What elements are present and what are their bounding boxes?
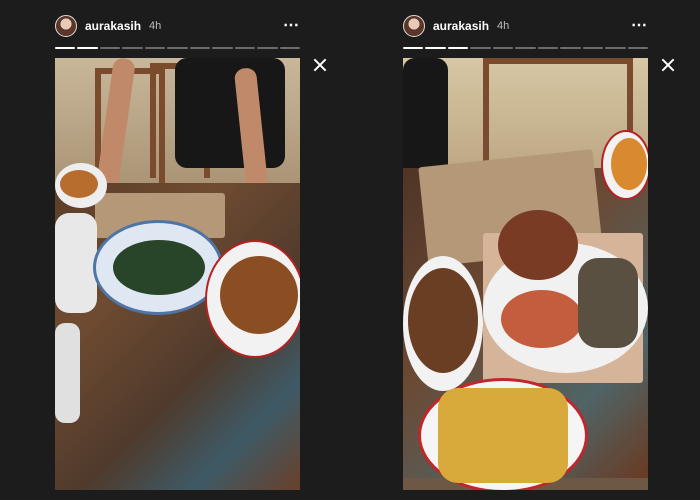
story-panel-left[interactable]: aurakasih 4h ⋯ (55, 0, 345, 500)
progress-segment (234, 47, 256, 49)
progress-segment (515, 47, 536, 49)
more-options-icon[interactable]: ⋯ (283, 15, 300, 35)
progress-segment (403, 47, 424, 49)
progress-segment (77, 47, 98, 49)
progress-segment (212, 47, 233, 49)
progress-segment (582, 47, 604, 49)
progress-segment (537, 47, 559, 49)
close-icon[interactable] (313, 58, 327, 72)
progress-segment (447, 47, 469, 49)
progress-segment (560, 47, 581, 49)
progress-segment (167, 47, 188, 49)
username[interactable]: aurakasih (85, 19, 141, 33)
story-header: aurakasih 4h ⋯ (403, 12, 648, 40)
story-photo (403, 58, 648, 490)
progress-segment (55, 47, 76, 49)
progress-segment (492, 47, 514, 49)
progress-segment (144, 47, 166, 49)
story-photo (55, 58, 300, 490)
post-time: 4h (149, 20, 162, 32)
progress-segment (470, 47, 491, 49)
avatar[interactable] (55, 15, 77, 37)
close-icon[interactable] (661, 58, 675, 72)
progress-segment (122, 47, 143, 49)
progress-segment (425, 47, 446, 49)
avatar[interactable] (403, 15, 425, 37)
story-panel-right[interactable]: aurakasih 4h ⋯ (403, 0, 693, 500)
story-progress-bar (55, 47, 300, 50)
progress-segment (279, 47, 300, 49)
progress-segment (257, 47, 278, 49)
progress-segment (99, 47, 121, 49)
story-header: aurakasih 4h ⋯ (55, 12, 300, 40)
post-time: 4h (497, 20, 510, 32)
progress-segment (627, 47, 648, 49)
more-options-icon[interactable]: ⋯ (631, 15, 648, 35)
progress-segment (189, 47, 211, 49)
progress-segment (605, 47, 626, 49)
story-progress-bar (403, 47, 648, 50)
username[interactable]: aurakasih (433, 19, 489, 33)
